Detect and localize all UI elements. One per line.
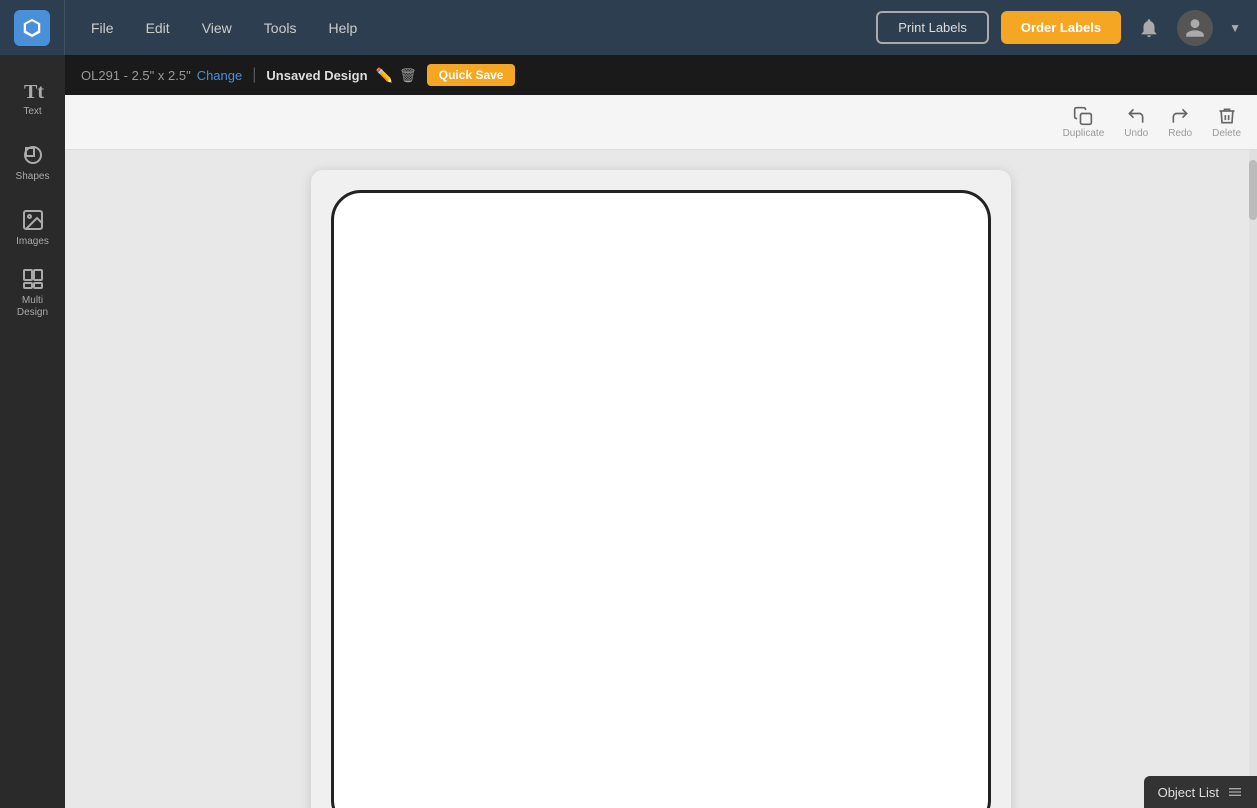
sidebar: Tt Text Shapes Images Multi Design	[0, 55, 65, 808]
sidebar-item-text[interactable]: Tt Text	[0, 65, 65, 130]
nav-tools[interactable]: Tools	[248, 14, 313, 42]
nav-view[interactable]: View	[186, 14, 248, 42]
svg-text:Tt: Tt	[24, 81, 44, 102]
nav-help[interactable]: Help	[312, 14, 373, 42]
info-bar: OL291 - 2.5" x 2.5" Change | Unsaved Des…	[65, 55, 1257, 95]
object-list-label: Object List	[1158, 785, 1219, 800]
logo-svg	[21, 17, 43, 39]
design-title: Unsaved Design	[266, 68, 367, 83]
logo-area[interactable]	[0, 0, 65, 55]
delete-design-icon[interactable]: 🗑	[399, 67, 417, 84]
sidebar-item-shapes[interactable]: Shapes	[0, 130, 65, 195]
duplicate-label: Duplicate	[1063, 128, 1105, 139]
user-avatar[interactable]	[1177, 10, 1213, 46]
sidebar-multi-design-label: Multi Design	[17, 295, 48, 319]
nav-menu: File Edit View Tools Help	[65, 14, 876, 42]
delete-label: Delete	[1212, 128, 1241, 139]
sidebar-item-multi-design[interactable]: Multi Design	[0, 260, 65, 325]
undo-action[interactable]: Undo	[1124, 106, 1148, 139]
sidebar-item-images[interactable]: Images	[0, 195, 65, 260]
user-menu-caret-icon[interactable]: ▼	[1229, 21, 1241, 35]
quick-save-button[interactable]: Quick Save	[427, 64, 516, 86]
sidebar-shapes-label: Shapes	[16, 171, 50, 183]
main-canvas-area	[65, 150, 1257, 808]
sidebar-images-label: Images	[16, 236, 49, 248]
nav-edit[interactable]: Edit	[130, 14, 186, 42]
object-list-icon	[1227, 784, 1243, 800]
label-canvas[interactable]	[331, 190, 991, 808]
object-list-button[interactable]: Object List	[1144, 776, 1257, 808]
logo-icon	[14, 10, 50, 46]
canvas-wrapper	[311, 170, 1011, 808]
redo-action[interactable]: Redo	[1168, 106, 1192, 139]
edit-design-name-icon[interactable]: ✏️	[376, 67, 393, 84]
print-labels-button[interactable]: Print Labels	[876, 11, 989, 44]
scrollbar-thumb[interactable]	[1249, 160, 1257, 220]
undo-label: Undo	[1124, 128, 1148, 139]
nav-right: Print Labels Order Labels ▼	[876, 10, 1257, 46]
toolbar: Duplicate Undo Redo Delete	[65, 95, 1257, 150]
order-labels-button[interactable]: Order Labels	[1001, 11, 1121, 44]
top-nav: File Edit View Tools Help Print Labels O…	[0, 0, 1257, 55]
right-scrollbar[interactable]	[1249, 150, 1257, 808]
change-link[interactable]: Change	[197, 68, 243, 83]
label-info-text: OL291 - 2.5" x 2.5"	[81, 68, 191, 83]
redo-label: Redo	[1168, 128, 1192, 139]
delete-action[interactable]: Delete	[1212, 106, 1241, 139]
info-separator: |	[252, 66, 256, 84]
notifications-icon[interactable]	[1133, 12, 1165, 44]
nav-file[interactable]: File	[75, 14, 130, 42]
sidebar-text-label: Text	[23, 106, 41, 118]
duplicate-action[interactable]: Duplicate	[1063, 106, 1105, 139]
